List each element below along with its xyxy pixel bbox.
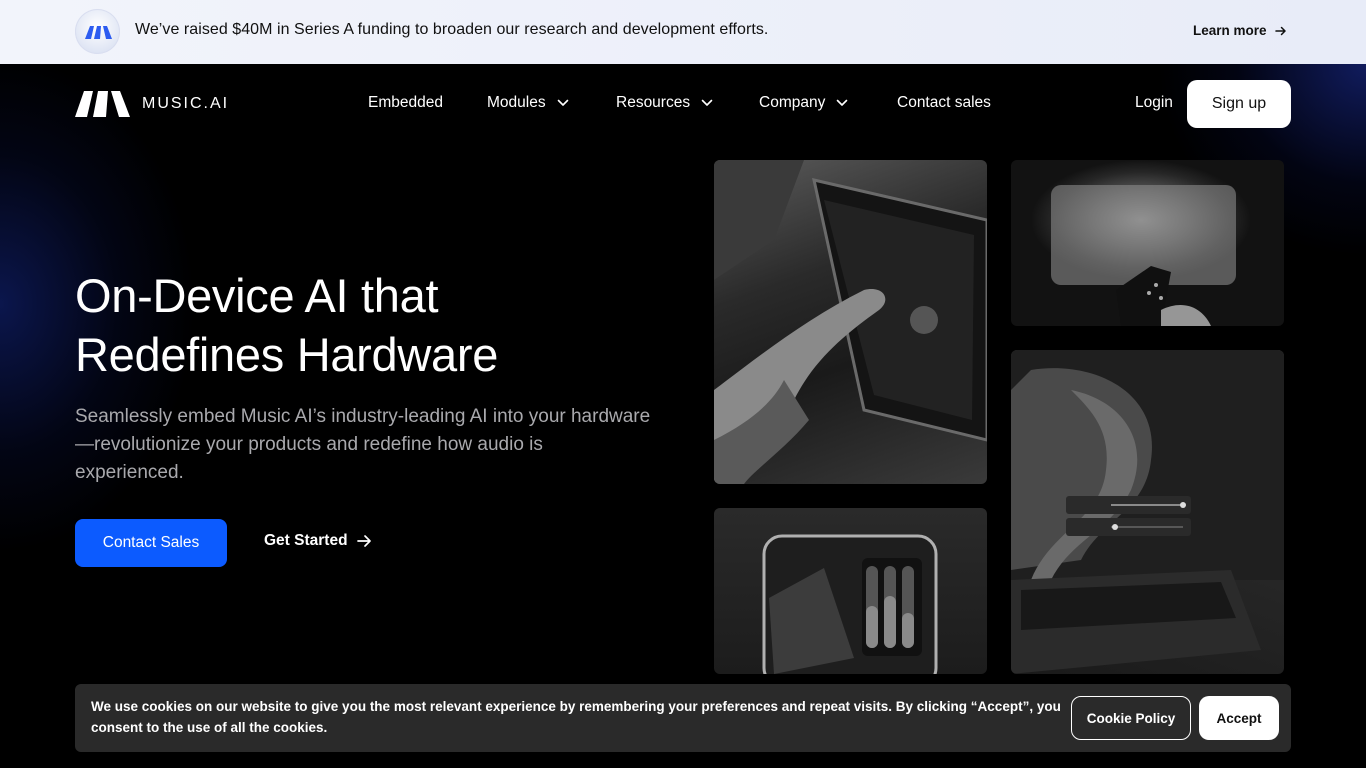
get-started-label: Get Started — [264, 532, 348, 549]
nav-item-resources[interactable]: Resources — [616, 94, 713, 112]
announcement-message: We’ve raised $40M in Series A funding to… — [135, 21, 769, 38]
accept-cookies-button[interactable]: Accept — [1199, 696, 1279, 740]
get-started-link[interactable]: Get Started — [264, 532, 372, 550]
music-ai-logo-badge-icon — [75, 9, 120, 54]
tv-remote-image — [1011, 160, 1284, 326]
nav-item-label: Embedded — [368, 94, 443, 111]
headline-line-2: Redefines Hardware — [75, 328, 499, 381]
contact-sales-button[interactable]: Contact Sales — [75, 519, 227, 567]
brand-wordmark: MUSIC.AI — [142, 95, 230, 112]
nav-item-label: Resources — [616, 94, 691, 111]
nav-item-embedded[interactable]: Embedded — [368, 94, 443, 112]
laptop-vocals-image — [1011, 350, 1284, 674]
nav-item-company[interactable]: Company — [759, 94, 848, 112]
chevron-down-icon — [701, 99, 713, 106]
cookie-banner: We use cookies on our website to give yo… — [75, 684, 1291, 752]
nav-item-label: Contact sales — [897, 94, 991, 111]
sign-up-button[interactable]: Sign up — [1187, 80, 1291, 128]
hero-headline: On-Device AI that Redefines Hardware — [75, 266, 675, 384]
arrow-right-icon — [1274, 26, 1286, 35]
nav-item-label: Company — [759, 94, 826, 111]
car-dashboard-touchscreen-image — [714, 160, 987, 484]
announcement-bar: We’ve raised $40M in Series A funding to… — [0, 0, 1366, 64]
nav-item-label: Modules — [487, 94, 546, 111]
cookie-policy-button[interactable]: Cookie Policy — [1071, 696, 1191, 740]
phone-mixer-image — [714, 508, 987, 674]
headline-line-1: On-Device AI that — [75, 269, 439, 322]
arrow-right-icon — [356, 535, 371, 547]
site-logo[interactable]: MUSIC.AI — [75, 90, 229, 118]
chevron-down-icon — [557, 99, 568, 106]
nav-item-contact-sales[interactable]: Contact sales — [897, 94, 991, 112]
cookie-message: We use cookies on our website to give yo… — [91, 699, 1061, 735]
chevron-down-icon — [837, 99, 848, 106]
login-link[interactable]: Login — [1135, 94, 1173, 112]
nav-item-modules[interactable]: Modules — [487, 94, 569, 112]
learn-more-label: Learn more — [1193, 23, 1267, 38]
learn-more-link[interactable]: Learn more — [1193, 23, 1287, 38]
hero-subtext: Seamlessly embed Music AI’s industry-lea… — [75, 406, 651, 483]
music-ai-logo-icon — [75, 91, 130, 117]
